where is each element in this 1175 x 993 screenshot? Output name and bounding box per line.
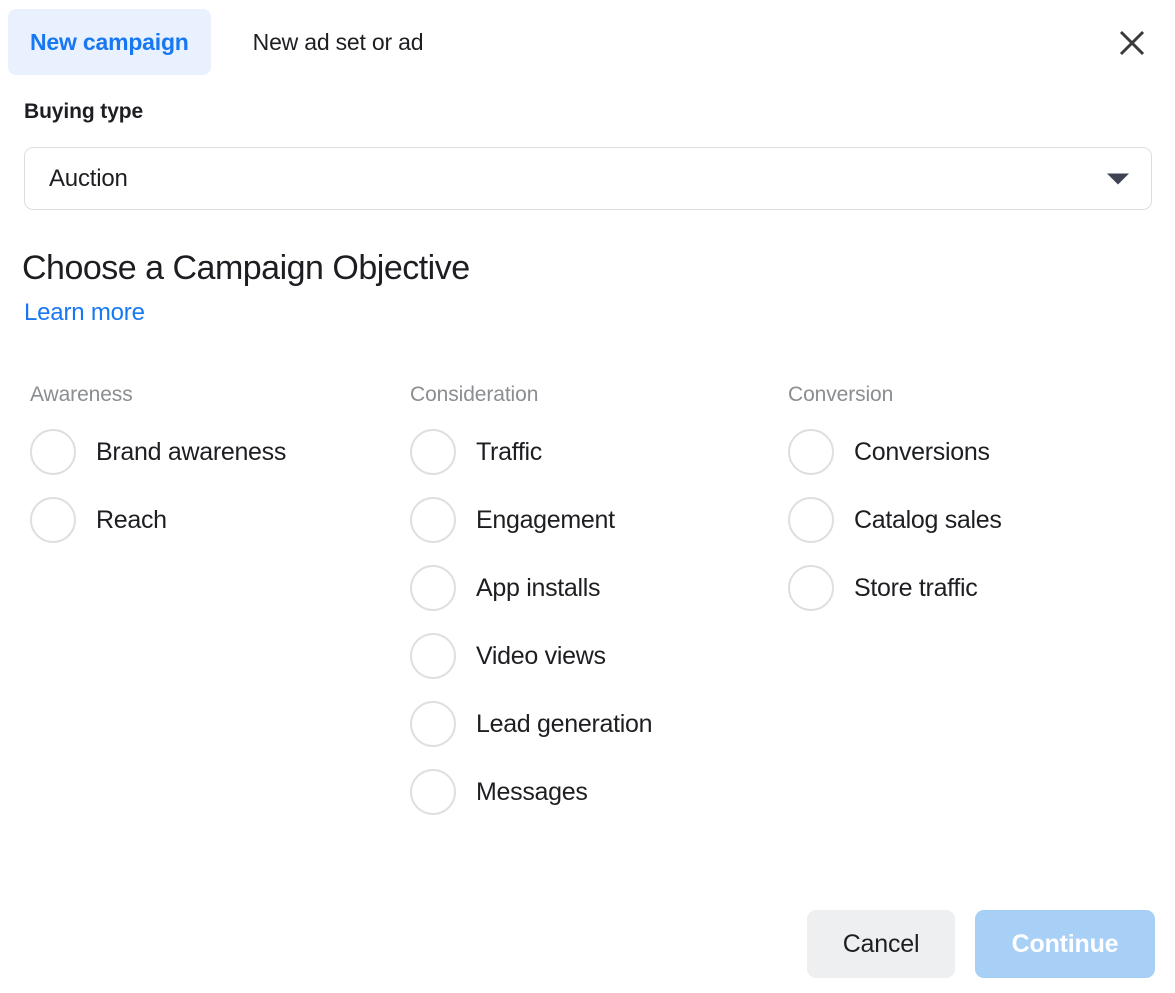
option-label-brand-awareness: Brand awareness — [96, 437, 287, 466]
dialog-footer: Cancel Continue — [807, 910, 1155, 978]
option-lead-generation[interactable]: Lead generation — [410, 701, 780, 747]
radio-engagement[interactable] — [410, 497, 456, 543]
option-label-conversions: Conversions — [854, 437, 990, 466]
objective-column-awareness: Awareness Brand awareness Reach — [30, 383, 400, 565]
tab-new-campaign[interactable]: New campaign — [8, 9, 211, 75]
option-brand-awareness[interactable]: Brand awareness — [30, 429, 400, 475]
chevron-down-icon — [1107, 173, 1129, 184]
tab-new-ad-set-or-ad[interactable]: New ad set or ad — [231, 9, 446, 75]
radio-reach[interactable] — [30, 497, 76, 543]
column-header-conversion: Conversion — [788, 383, 894, 406]
tab-new-campaign-label: New campaign — [30, 28, 189, 55]
option-store-traffic[interactable]: Store traffic — [788, 565, 1158, 611]
objective-column-consideration: Consideration Traffic Engagement App ins… — [410, 383, 780, 837]
option-label-lead-generation: Lead generation — [476, 709, 653, 738]
option-conversions[interactable]: Conversions — [788, 429, 1158, 475]
option-label-reach: Reach — [96, 505, 167, 534]
option-messages[interactable]: Messages — [410, 769, 780, 815]
option-reach[interactable]: Reach — [30, 497, 400, 543]
option-label-engagement: Engagement — [476, 505, 615, 534]
buying-type-select[interactable]: Auction — [24, 147, 1152, 210]
radio-brand-awareness[interactable] — [30, 429, 76, 475]
radio-store-traffic[interactable] — [788, 565, 834, 611]
option-label-traffic: Traffic — [476, 437, 542, 466]
option-label-catalog-sales: Catalog sales — [854, 505, 1002, 534]
objective-column-conversion: Conversion Conversions Catalog sales Sto… — [788, 383, 1158, 633]
option-traffic[interactable]: Traffic — [410, 429, 780, 475]
option-catalog-sales[interactable]: Catalog sales — [788, 497, 1158, 543]
tab-new-ad-set-or-ad-label: New ad set or ad — [252, 28, 424, 55]
column-header-consideration: Consideration — [410, 383, 539, 406]
radio-catalog-sales[interactable] — [788, 497, 834, 543]
page-title: Choose a Campaign Objective — [22, 249, 470, 287]
option-app-installs[interactable]: App installs — [410, 565, 780, 611]
buying-type-selected-value: Auction — [49, 164, 128, 192]
option-label-video-views: Video views — [476, 641, 606, 670]
radio-video-views[interactable] — [410, 633, 456, 679]
continue-button[interactable]: Continue — [975, 910, 1155, 978]
radio-traffic[interactable] — [410, 429, 456, 475]
option-label-store-traffic: Store traffic — [854, 573, 978, 602]
option-video-views[interactable]: Video views — [410, 633, 780, 679]
buying-type-label: Buying type — [24, 100, 144, 123]
cancel-button[interactable]: Cancel — [807, 910, 955, 978]
option-label-app-installs: App installs — [476, 573, 601, 602]
radio-messages[interactable] — [410, 769, 456, 815]
option-engagement[interactable]: Engagement — [410, 497, 780, 543]
column-header-awareness: Awareness — [30, 383, 133, 406]
learn-more-link[interactable]: Learn more — [24, 299, 145, 327]
close-icon — [1118, 29, 1146, 57]
dialog-tabbar: New campaign New ad set or ad — [0, 0, 1175, 84]
radio-lead-generation[interactable] — [410, 701, 456, 747]
radio-app-installs[interactable] — [410, 565, 456, 611]
radio-conversions[interactable] — [788, 429, 834, 475]
option-label-messages: Messages — [476, 777, 588, 806]
close-button[interactable] — [1109, 20, 1155, 66]
